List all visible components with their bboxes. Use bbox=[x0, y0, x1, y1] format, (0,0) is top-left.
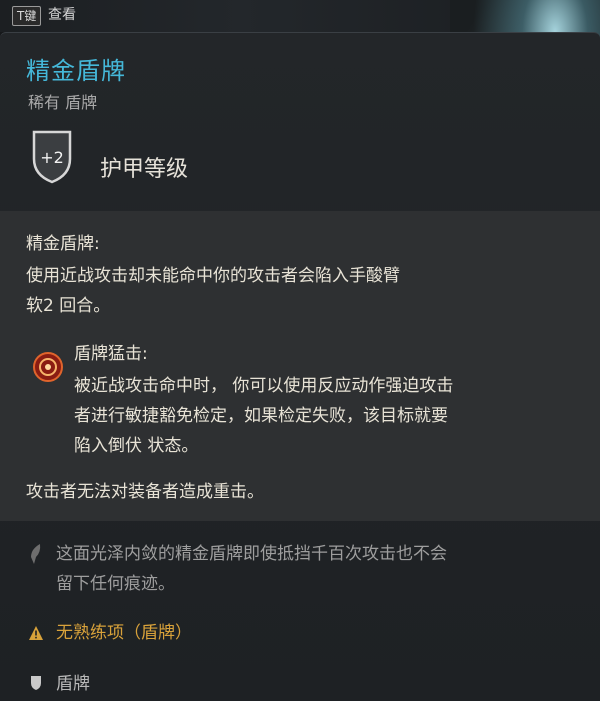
armor-class-value: +2 bbox=[40, 148, 64, 167]
item-type-label: 盾牌 bbox=[56, 674, 90, 694]
shield-bash-icon[interactable] bbox=[32, 351, 64, 383]
shield-icon bbox=[30, 675, 42, 691]
description-heading: 精金盾牌: bbox=[26, 234, 100, 254]
passive-text: 攻击者无法对装备者造成重击。 bbox=[26, 482, 264, 502]
inspect-label: 查看 bbox=[48, 7, 76, 23]
item-name: 精金盾牌 bbox=[26, 57, 126, 85]
item-rarity-type: 稀有 盾牌 bbox=[28, 93, 98, 112]
inspect-key-hint: T键 bbox=[12, 6, 42, 26]
ability-description-line: 者进行敏捷豁免检定，如果检定失败，该目标就要 bbox=[74, 406, 448, 426]
armor-class-label: 护甲等级 bbox=[100, 157, 189, 182]
warning-icon bbox=[28, 625, 44, 641]
quill-icon bbox=[28, 543, 44, 565]
proficiency-warning: 无熟练项（盾牌） bbox=[56, 623, 192, 643]
item-tooltip: 精金盾牌 稀有 盾牌 +2 护甲等级 精金盾牌: 使用近战攻击却未能命中你的攻击… bbox=[0, 32, 600, 701]
armor-shield-icon: +2 bbox=[32, 130, 72, 184]
armor-class-badge: +2 bbox=[30, 129, 74, 185]
description-line: 软2 回合。 bbox=[26, 296, 111, 316]
flavor-text-line: 这面光泽内敛的精金盾牌即使抵挡千百次攻击也不会 bbox=[56, 544, 447, 564]
ability-description-line: 被近战攻击命中时， 你可以使用反应动作强迫攻击 bbox=[74, 376, 454, 396]
ability-name: 盾牌猛击: bbox=[74, 344, 148, 364]
ability-description-line: 陷入倒伏 状态。 bbox=[74, 436, 199, 456]
flavor-text-line: 留下任何痕迹。 bbox=[56, 574, 175, 594]
description-line: 使用近战攻击却未能命中你的攻击者会陷入手酸臂 bbox=[26, 266, 400, 286]
